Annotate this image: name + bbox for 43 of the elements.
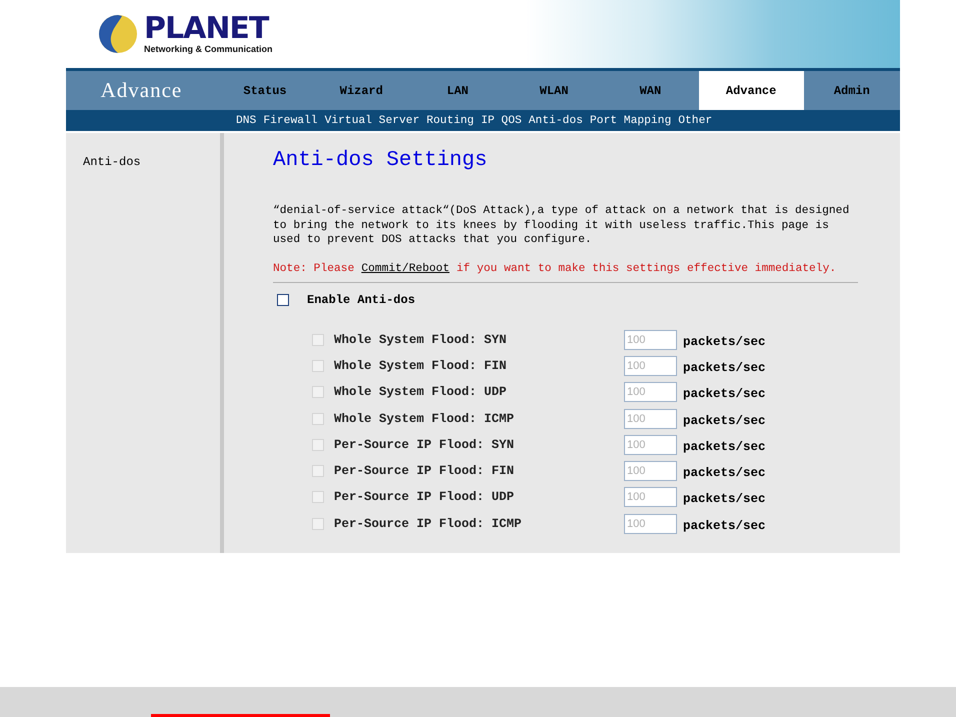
rule-label: Per-Source IP Flood: FIN xyxy=(334,464,516,478)
rule-label: Whole System Flood: UDP xyxy=(334,385,508,400)
sub-nav-link[interactable]: Firewall xyxy=(263,114,318,126)
sub-nav-link[interactable]: Port Mapping xyxy=(590,114,672,126)
description-text: “denial-of-service attack“(DoS Attack),a type of attack on a network that is designed to bring the network to its knees by flooding it with useless traffic.This page is used to prevent DOS attacks that you configure. xyxy=(273,204,850,248)
sub-nav-link[interactable]: Other xyxy=(678,114,712,126)
brand-tagline: Networking & Communication xyxy=(144,44,273,54)
nav-tab[interactable]: WAN xyxy=(602,71,699,110)
unit-label: packets/sec xyxy=(683,518,766,533)
nav-tab[interactable]: Advance xyxy=(698,71,804,110)
globe-icon xyxy=(98,14,138,54)
nav-tab[interactable]: Wizard xyxy=(313,71,410,110)
note-text: Note: Please xyxy=(273,262,354,274)
checkbox[interactable] xyxy=(277,294,289,306)
rule-label: Whole System Flood: ICMP xyxy=(334,412,516,426)
sidebar-item[interactable]: Anti-dos xyxy=(83,155,220,169)
sub-nav-link[interactable]: DNS xyxy=(236,114,256,126)
rule-label: Per-Source IP Flood: UDP xyxy=(334,490,516,504)
rule-label: Whole System Flood: SYN xyxy=(334,332,508,347)
sub-nav-link[interactable]: Anti-dos xyxy=(528,114,583,126)
unit-label: packets/sec xyxy=(683,334,766,349)
nav-tab[interactable]: LAN xyxy=(410,71,506,110)
nav-tab[interactable]: Admin xyxy=(804,71,900,110)
sub-nav-link[interactable]: IP QOS xyxy=(480,114,522,126)
commit-reboot-link[interactable]: Commit/Reboot xyxy=(361,262,450,274)
unit-label: packets/sec xyxy=(683,438,766,454)
unit-label: packets/sec xyxy=(683,386,766,402)
rule-label: Per-Source IP Flood: SYN xyxy=(334,438,516,452)
rule-label: Whole System Flood: FIN xyxy=(334,358,508,373)
checkbox-label: Enable Anti-dos xyxy=(307,292,416,306)
note-text: if you want to make this settings effective immediately. xyxy=(456,262,836,274)
rule-label: Per-Source IP Flood: ICMP xyxy=(334,516,523,531)
nav-tab[interactable]: WLAN xyxy=(506,71,602,110)
page-title: Anti-dos Settings xyxy=(273,149,488,172)
unit-label: packets/sec xyxy=(683,491,766,506)
nav-tab[interactable]: Status xyxy=(216,71,314,110)
unit-label: packets/sec xyxy=(683,360,766,375)
sub-nav-link[interactable]: Routing xyxy=(426,114,474,126)
unit-label: packets/sec xyxy=(683,412,766,428)
section-title: Advance xyxy=(100,77,184,104)
unit-label: packets/sec xyxy=(683,465,766,480)
brand-name: PLANET xyxy=(144,14,269,44)
sub-nav-link[interactable]: Virtual Server xyxy=(324,114,420,126)
